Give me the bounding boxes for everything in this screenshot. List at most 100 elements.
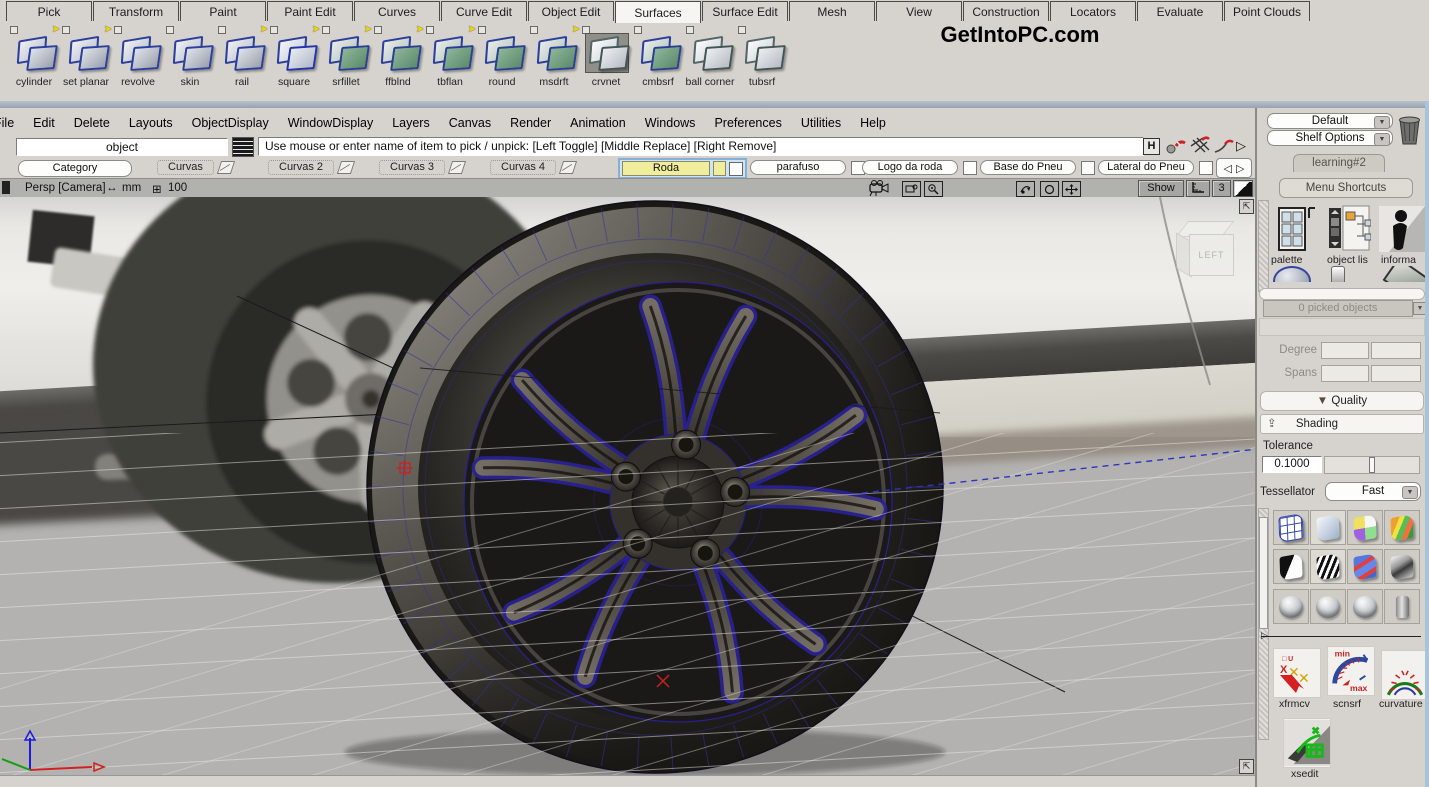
shading-mode-button[interactable] — [1273, 510, 1309, 545]
tool-option-box[interactable] — [114, 26, 122, 34]
tumble-view-icon[interactable] — [1016, 181, 1035, 197]
snap-to-grid-icon[interactable] — [1188, 136, 1212, 156]
shelf-tool-button[interactable]: ➤ skin — [164, 24, 216, 96]
shading-mode-button[interactable] — [1310, 589, 1346, 624]
tool-option-box[interactable] — [634, 26, 642, 34]
shelf-tool-button[interactable]: ➤ crvnet — [580, 24, 632, 96]
menu-item[interactable]: Delete — [74, 116, 110, 130]
tolerance-slider-handle[interactable] — [1369, 457, 1375, 473]
shelf-tab[interactable]: Mesh — [789, 1, 875, 21]
scroll-left-icon[interactable]: ◁ — [1224, 162, 1232, 175]
viewport-corner-icon[interactable] — [2, 181, 10, 194]
menu-item[interactable]: Preferences — [714, 116, 781, 130]
menu-item[interactable]: Layers — [392, 116, 430, 130]
shading-mode-button[interactable] — [1273, 549, 1309, 584]
keyboard-entry-icon[interactable]: H — [1143, 138, 1160, 155]
tool-option-box[interactable] — [322, 26, 330, 34]
view-cube[interactable]: LEFT — [1176, 221, 1232, 279]
view-cube-front-face[interactable]: LEFT — [1189, 234, 1234, 276]
active-layer-roda[interactable]: Roda — [618, 158, 747, 179]
shelf-tab[interactable]: Transform — [93, 1, 179, 21]
viewport-resize-grip-top[interactable]: ⇱ — [1239, 199, 1254, 214]
shelf-tool-clipped[interactable] — [1379, 266, 1425, 282]
menu-item[interactable]: ObjectDisplay — [192, 116, 269, 130]
tool-option-box[interactable] — [738, 26, 746, 34]
layer-box[interactable]: Logo da roda — [862, 160, 977, 175]
viewport-resize-grip-bottom[interactable]: ⇱ — [1239, 759, 1254, 774]
dropdown-arrow-icon[interactable]: ▼ — [1402, 486, 1418, 499]
curvature-icon[interactable] — [1381, 650, 1429, 700]
tool-option-box[interactable] — [686, 26, 694, 34]
tool-option-box[interactable] — [374, 26, 382, 34]
perspective-viewport[interactable]: LEFT ⇱ ⇱ — [0, 197, 1255, 775]
object-lister-icon[interactable] — [1327, 204, 1371, 252]
shelf-tool-button[interactable]: ➤ round — [476, 24, 528, 96]
tool-option-box[interactable] — [10, 26, 18, 34]
spans-field-2[interactable] — [1371, 365, 1421, 382]
shelf-tool-button[interactable]: ➤ srfillet — [320, 24, 372, 96]
shelf-tab[interactable]: Pick — [6, 1, 92, 21]
tool-option-box[interactable] — [582, 26, 590, 34]
shelf-options-dropdown[interactable]: Shelf Options ▼ — [1267, 130, 1393, 146]
show-menu-button[interactable]: Show — [1138, 180, 1184, 197]
shelf-tab[interactable]: Curves — [354, 1, 440, 21]
pan-view-icon[interactable] — [1062, 181, 1081, 197]
layer-symmetry-icon[interactable] — [217, 161, 235, 174]
layer-symmetry-icon[interactable] — [337, 161, 355, 174]
scnsrf-icon[interactable]: min max — [1327, 646, 1375, 696]
shelf-tool-clipped[interactable] — [1273, 266, 1317, 282]
shelf-tab[interactable]: Evaluate — [1137, 1, 1223, 21]
shading-mode-button[interactable] — [1384, 510, 1420, 545]
shelf-tool-button[interactable]: ➤ ffblnd — [372, 24, 424, 96]
layer-symmetry-icon[interactable] — [559, 161, 577, 174]
grid-count-button[interactable]: 3 — [1212, 180, 1231, 197]
menu-item[interactable]: WindowDisplay — [288, 116, 373, 130]
prompt-expand-arrow-icon[interactable]: ▷ — [1236, 138, 1246, 154]
shade-toggle-button[interactable] — [1233, 180, 1253, 197]
menu-item[interactable]: Utilities — [801, 116, 841, 130]
menu-item[interactable]: Layouts — [129, 116, 173, 130]
shading-mode-button[interactable] — [1310, 549, 1346, 584]
menu-item[interactable]: Help — [860, 116, 886, 130]
tool-option-box[interactable] — [166, 26, 174, 34]
shading-mode-button[interactable] — [1310, 510, 1346, 545]
panel-scrollbar-lower[interactable] — [1258, 508, 1269, 740]
tool-option-box[interactable] — [218, 26, 226, 34]
scrollbar-thumb[interactable] — [1259, 517, 1268, 629]
shading-mode-button[interactable] — [1384, 549, 1420, 584]
tool-option-box[interactable] — [270, 26, 278, 34]
snap-to-point-icon[interactable] — [1164, 136, 1188, 156]
curve-layer-tab[interactable]: Curvas 3 — [379, 160, 464, 175]
shelf-tool-button[interactable]: ➤ cylinder — [8, 24, 60, 96]
spans-field-1[interactable] — [1321, 365, 1369, 382]
shelf-tab[interactable]: Construction — [963, 1, 1049, 21]
prompt-input[interactable]: Use mouse or enter name of item to pick … — [258, 137, 1144, 156]
tolerance-value-field[interactable]: 0.1000 — [1262, 456, 1322, 473]
curve-layer-tab[interactable]: Curvas 4 — [490, 160, 575, 175]
layer-scroll-arrows[interactable]: ◁▷ — [1216, 158, 1252, 178]
shelf-tab[interactable]: View — [876, 1, 962, 21]
tessellator-dropdown[interactable]: Fast ▼ — [1325, 482, 1421, 501]
shelf-tab[interactable]: Paint — [180, 1, 266, 21]
layer-box[interactable]: Base do Pneu — [980, 160, 1095, 175]
shelf-tab[interactable]: Surface Edit — [702, 1, 788, 21]
shelf-tool-button[interactable]: ➤ msdrft — [528, 24, 580, 96]
shading-mode-button[interactable] — [1347, 589, 1383, 624]
shading-mode-button[interactable] — [1384, 589, 1420, 624]
shelf-tool-button[interactable]: ➤ rail — [216, 24, 268, 96]
scroll-right-icon[interactable]: ▷ — [1236, 162, 1244, 175]
curve-layer-tab[interactable]: Curvas — [157, 160, 233, 175]
viewport-canvas[interactable] — [0, 197, 1255, 775]
look-at-icon[interactable] — [1040, 181, 1059, 197]
shelf-tab[interactable]: Object Edit — [528, 1, 614, 21]
menu-item[interactable]: Render — [510, 116, 551, 130]
shelf-tool-button[interactable]: ➤ revolve — [112, 24, 164, 96]
layer-checkbox[interactable] — [1081, 161, 1095, 175]
shading-mode-button[interactable] — [1347, 549, 1383, 584]
shelf-tab[interactable]: Curve Edit — [441, 1, 527, 21]
dropdown-arrow-icon[interactable]: ▼ — [1374, 116, 1390, 129]
layer-checkbox[interactable] — [1199, 161, 1213, 175]
shelf-tool-button[interactable]: ➤ cmbsrf — [632, 24, 684, 96]
degree-field-2[interactable] — [1371, 342, 1421, 359]
layer-box[interactable]: parafuso — [750, 160, 865, 175]
